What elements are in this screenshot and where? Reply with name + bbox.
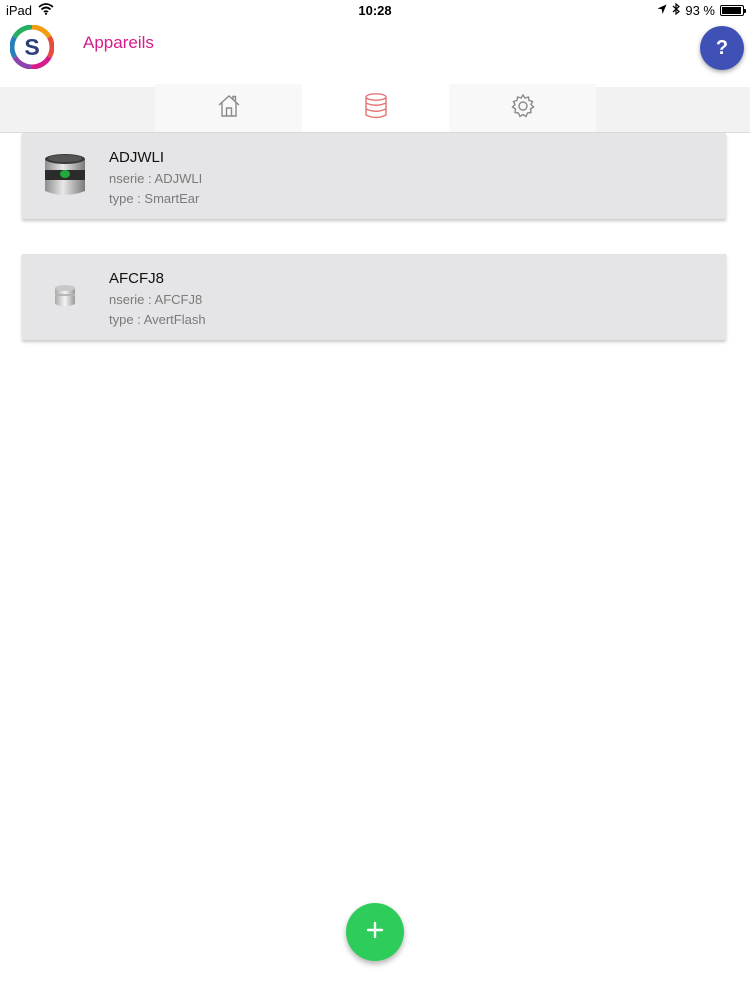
device-card[interactable]: AFCFJ8 nserie : AFCFJ8 type : AvertFlash (22, 254, 726, 340)
device-serial: nserie : ADJWLI (109, 171, 203, 186)
battery-icon (720, 5, 746, 16)
device-type: type : AvertFlash (109, 312, 206, 327)
page-title: Appareils (83, 33, 154, 52)
logo-letter: S (24, 34, 39, 60)
home-icon (216, 93, 242, 124)
tab-home[interactable] (155, 84, 302, 132)
avertflash-device-icon (40, 268, 90, 324)
smartear-device-icon (40, 147, 90, 203)
device-name: AFCFJ8 (109, 270, 165, 287)
device-card[interactable]: ADJWLI nserie : ADJWLI type : SmartEar (22, 133, 726, 219)
location-arrow-icon (657, 3, 667, 18)
tab-settings[interactable] (449, 84, 596, 132)
bluetooth-icon (672, 2, 681, 18)
device-serial: nserie : AFCFJ8 (109, 292, 203, 307)
help-button[interactable]: ? (700, 26, 744, 70)
app-header: S Appareils ? (0, 22, 750, 133)
status-time: 10:28 (358, 3, 392, 18)
gear-icon (510, 93, 536, 124)
tab-bar (0, 84, 750, 133)
device-list: ADJWLI nserie : ADJWLI type : SmartEar A… (22, 133, 726, 375)
status-right: 93 % (657, 2, 746, 18)
battery-fill (722, 7, 741, 14)
device-name: ADJWLI (109, 149, 165, 166)
battery-percent: 93 % (685, 3, 715, 18)
tab-devices[interactable] (302, 84, 449, 132)
device-type: type : SmartEar (109, 191, 200, 206)
add-device-button[interactable] (346, 903, 404, 961)
status-bar: iPad 10:28 93 % (0, 0, 750, 22)
database-icon (363, 92, 389, 125)
app-logo: S (9, 24, 55, 70)
plus-icon (366, 921, 384, 944)
